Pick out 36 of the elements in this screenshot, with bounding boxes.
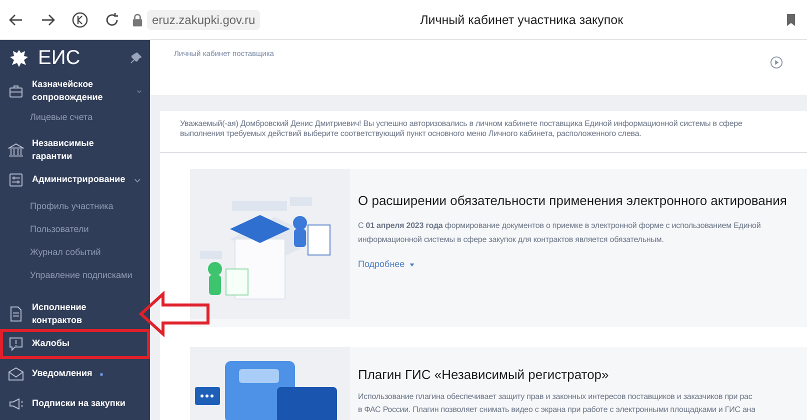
sidebar-item[interactable]: Независимые гарантии [0,135,150,165]
lock-icon [132,12,143,28]
megaphone-icon [8,396,24,412]
pin-icon[interactable] [130,52,142,64]
bank-icon [8,142,24,158]
settings-icon [8,172,24,188]
sidebar-subitem[interactable]: Журнал событий [30,246,101,260]
sidebar-subitem[interactable]: Профиль участника [30,200,114,214]
sidebar-item[interactable]: Подписки на закупки [0,389,150,419]
sidebar-item[interactable]: Жалобы [0,329,150,359]
news-text: С 01 апреля 2023 года формирование документов о приемке в электронной форме с использованием Единой информационной системы в сфере закупок для контрактов является обязательным. [358,220,761,246]
caret-icon[interactable] [408,262,415,268]
sidebar-item[interactable]: Исполнение контрактов [0,299,150,329]
reload-icon[interactable] [104,12,120,28]
document-icon [8,306,24,322]
back-icon[interactable] [8,12,24,28]
sidebar-item[interactable]: Казначейское сопровождение [0,76,150,106]
circle-logo-icon[interactable] [72,12,88,28]
welcome-message: Уважаемый(-ая) Домбровский Денис Дмитриевич! Вы успешно авторизовались в личном кабинете поставщика Единой информационной системы в сфере выполнения требуемых действий выберите соответствующий пункт основного меню Личного кабинета, расположенного слева. [180,119,742,140]
sidebar-item[interactable]: Уведомления [0,359,150,389]
news-title: О расширении обязательности применения электронного актирования [358,192,787,210]
sidebar-item[interactable]: Администрирование [0,165,150,195]
complaint-icon [8,336,24,352]
sidebar-subitem[interactable]: Лицевые счета [30,110,93,124]
logo-text[interactable]: ЕИС [38,43,80,73]
news-text: Использование плагина обеспечивает защиту прав и законных интересов поставщиков и заказчиков при рас в ФАС России. Плагин позволяет снимать видео с экрана при работе с электронными площадками и ГИС ана [358,390,756,416]
url-field[interactable]: eruz.zakupki.gov.ru [147,10,260,30]
envelope-icon [8,366,24,382]
page-title: Личный кабинет участника закупок [420,12,624,26]
forward-icon[interactable] [40,12,56,28]
play-circle-icon[interactable] [770,56,783,69]
sidebar-subitem[interactable]: Управление подписками [30,268,132,282]
sidebar-subitem[interactable]: Пользователи [30,222,89,236]
more-link[interactable]: Подробнее [358,258,405,272]
news-title: Плагин ГИС «Независимый регистратор» [358,366,610,384]
briefcase-icon [8,83,24,99]
